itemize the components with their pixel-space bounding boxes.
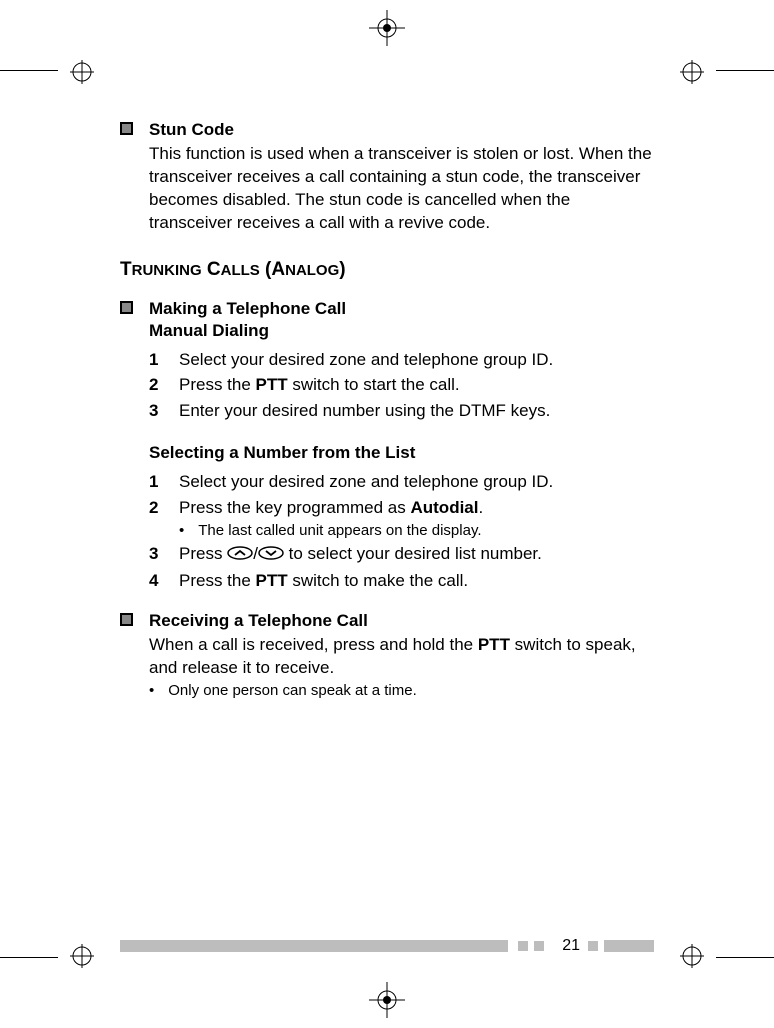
bullet-icon: • bbox=[179, 522, 184, 539]
crop-mark-icon bbox=[680, 60, 704, 84]
step-text: Enter your desired number using the DTMF… bbox=[179, 398, 654, 424]
sub-bullet-item: • The last called unit appears on the di… bbox=[179, 522, 654, 539]
heading-stun-code: Stun Code bbox=[149, 120, 234, 140]
footer-square-icon bbox=[588, 941, 598, 951]
heading-manual-dialing: Manual Dialing bbox=[149, 321, 654, 341]
heading-trunking-calls: TRUNKING CALLS (ANALOG) bbox=[120, 259, 654, 281]
section-receiving-call: Receiving a Telephone Call When a call i… bbox=[120, 611, 654, 699]
list-item: 2 Press the key programmed as Autodial. bbox=[149, 495, 654, 521]
list-item: 3 Press / to select your desired list nu… bbox=[149, 541, 654, 567]
bullet-icon: • bbox=[149, 682, 154, 699]
up-button-icon bbox=[227, 542, 253, 568]
crop-mark-icon bbox=[369, 982, 405, 1018]
heading-receiving-call: Receiving a Telephone Call bbox=[149, 611, 368, 631]
step-text: Press the PTT switch to make the call. bbox=[179, 568, 654, 594]
list-item: 1 Select your desired zone and telephone… bbox=[149, 469, 654, 495]
crop-edge-line bbox=[0, 957, 58, 958]
heading-selecting-number: Selecting a Number from the List bbox=[149, 443, 654, 463]
footer-squares-icon bbox=[518, 941, 544, 951]
section-making-call: Making a Telephone Call Manual Dialing 1… bbox=[120, 299, 654, 593]
list-item: 1 Select your desired zone and telephone… bbox=[149, 347, 654, 373]
step-text: Press the key programmed as Autodial. bbox=[179, 495, 654, 521]
section-stun-code: Stun Code This function is used when a t… bbox=[120, 120, 654, 235]
list-item: 2 Press the PTT switch to start the call… bbox=[149, 372, 654, 398]
step-text: Press / to select your desired list numb… bbox=[179, 541, 654, 567]
down-button-icon bbox=[258, 542, 284, 568]
sub-bullet-text: The last called unit appears on the disp… bbox=[198, 522, 481, 539]
list-item: 4 Press the PTT switch to make the call. bbox=[149, 568, 654, 594]
step-text: Select your desired zone and telephone g… bbox=[179, 347, 654, 373]
sub-bullet-item: • Only one person can speak at a time. bbox=[149, 682, 654, 699]
square-bullet-icon bbox=[120, 301, 133, 314]
step-text: Press the PTT switch to start the call. bbox=[179, 372, 654, 398]
crop-mark-icon bbox=[70, 944, 94, 968]
list-selecting-number: 1 Select your desired zone and telephone… bbox=[149, 469, 654, 593]
page-number: 21 bbox=[562, 937, 580, 955]
text-stun-code-body: This function is used when a transceiver… bbox=[149, 143, 654, 235]
crop-mark-icon bbox=[680, 944, 704, 968]
footer-bar-icon bbox=[120, 940, 508, 952]
crop-edge-line bbox=[716, 957, 774, 958]
crop-edge-line bbox=[0, 70, 58, 71]
crop-edge-line bbox=[716, 70, 774, 71]
list-item: 3 Enter your desired number using the DT… bbox=[149, 398, 654, 424]
page-content: Stun Code This function is used when a t… bbox=[120, 120, 654, 717]
crop-mark-icon bbox=[70, 60, 94, 84]
sub-bullet-text: Only one person can speak at a time. bbox=[168, 682, 416, 699]
footer-bar-icon bbox=[604, 940, 654, 952]
page-footer: 21 bbox=[120, 938, 654, 954]
text-receiving-call-body: When a call is received, press and hold … bbox=[149, 634, 654, 680]
list-manual-dialing: 1 Select your desired zone and telephone… bbox=[149, 347, 654, 424]
square-bullet-icon bbox=[120, 122, 133, 135]
crop-mark-icon bbox=[369, 10, 405, 46]
step-text: Select your desired zone and telephone g… bbox=[179, 469, 654, 495]
heading-making-call: Making a Telephone Call bbox=[149, 299, 346, 319]
square-bullet-icon bbox=[120, 613, 133, 626]
